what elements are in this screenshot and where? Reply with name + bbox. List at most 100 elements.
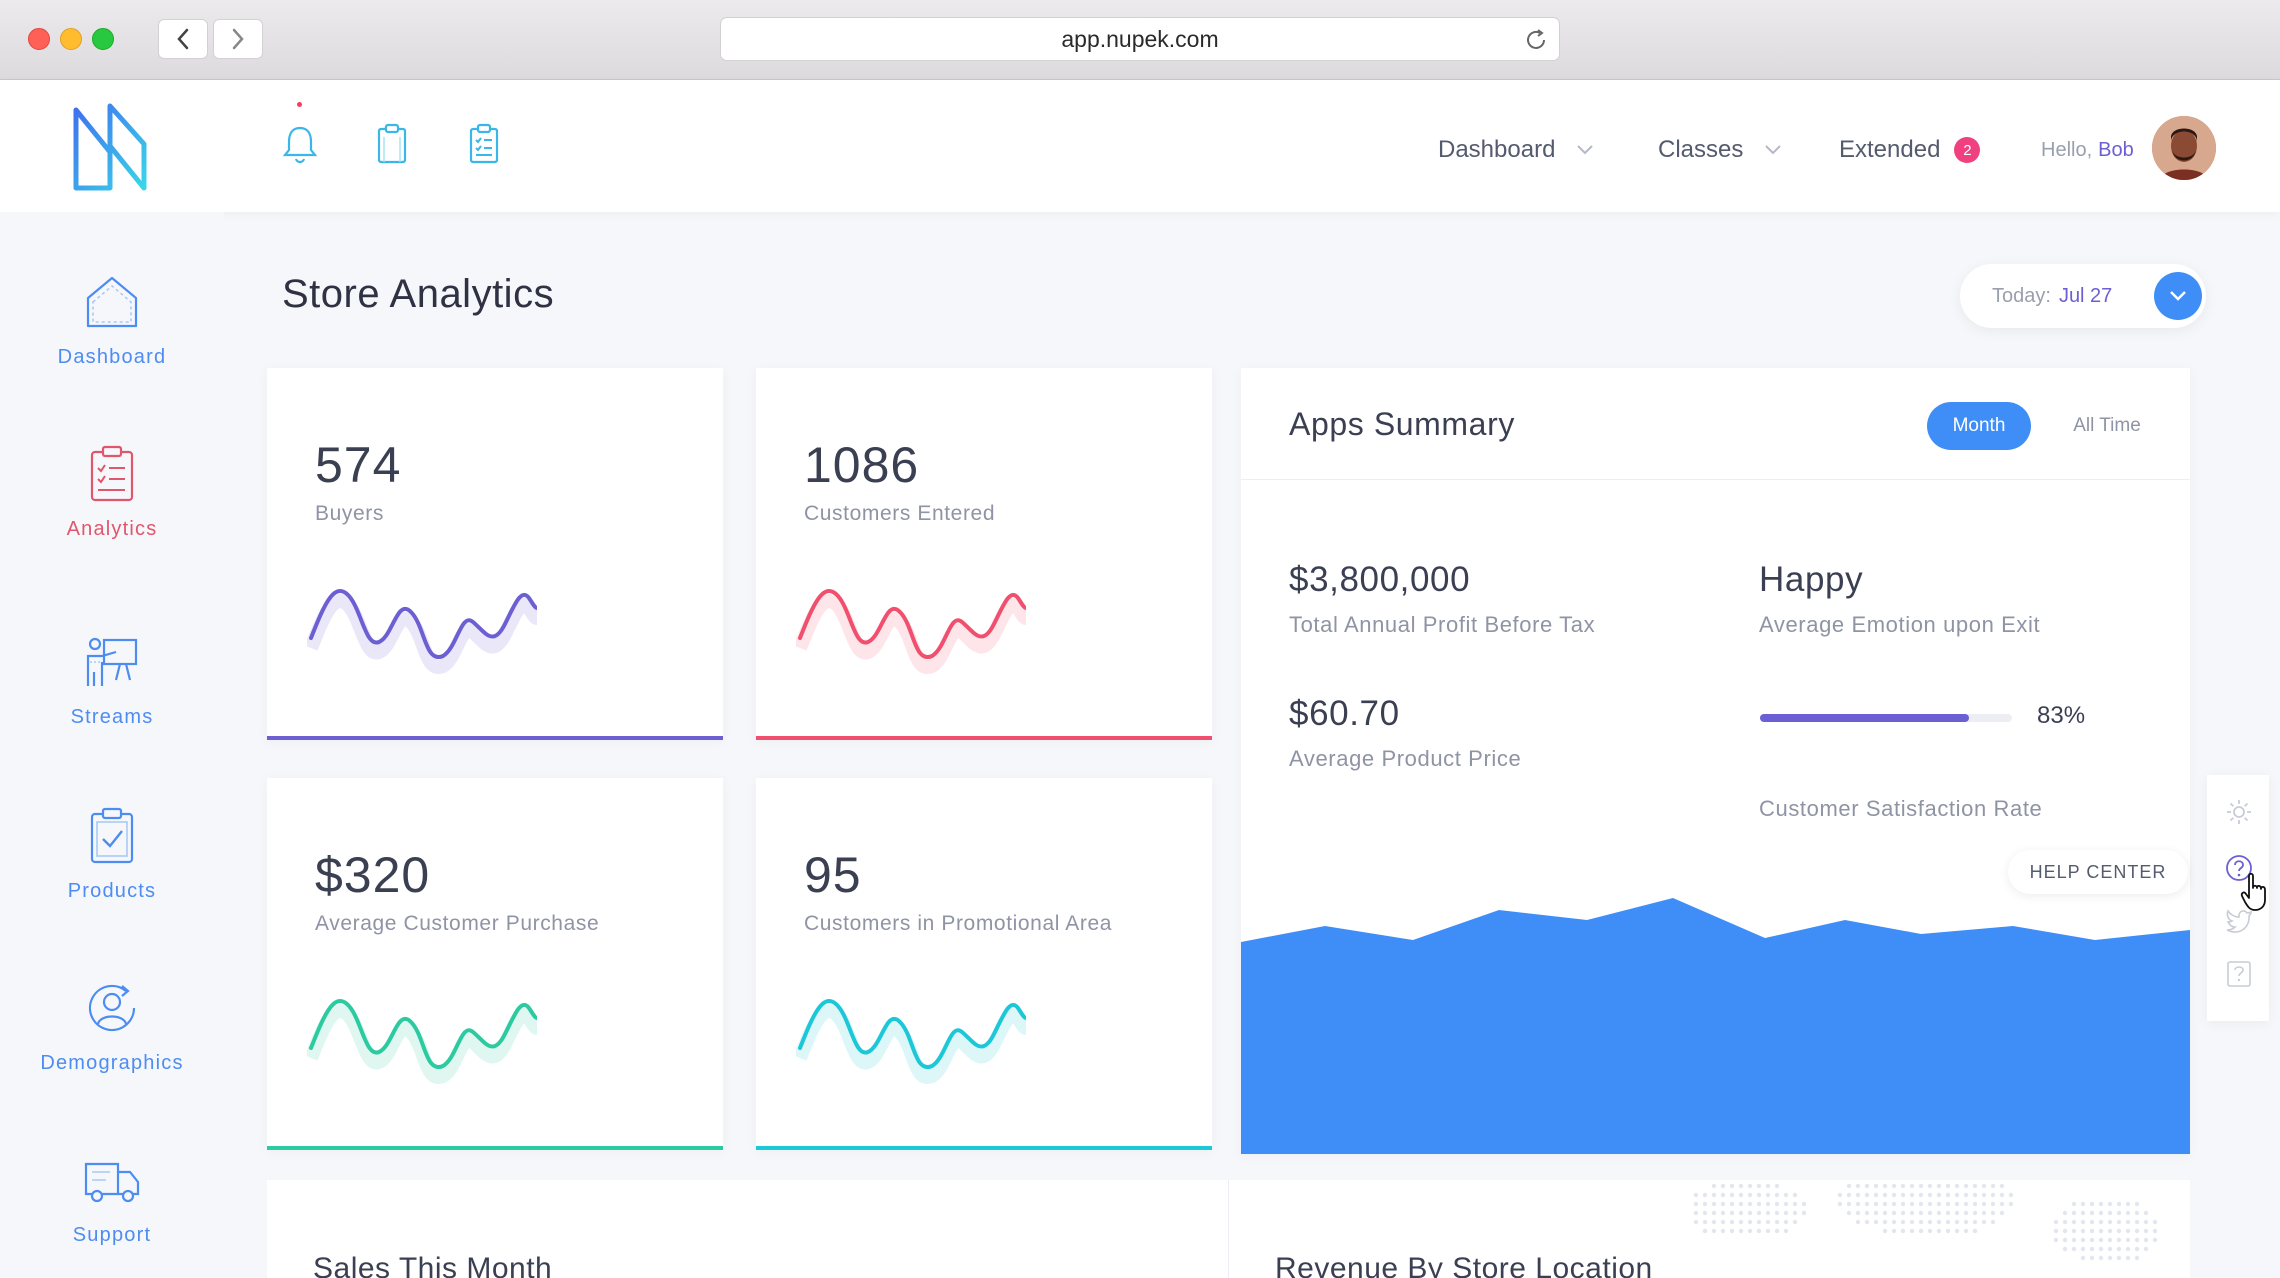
nav-extended[interactable]: Extended 2 (1839, 136, 1981, 164)
map-dot (2098, 1228, 2104, 1234)
map-dot (1855, 1219, 1861, 1225)
nav-classes[interactable]: Classes (1658, 136, 1782, 164)
map-dot (1882, 1219, 1888, 1225)
stat-card-buyers[interactable]: 574 Buyers (267, 368, 723, 740)
map-dot (1855, 1183, 1861, 1189)
user-name[interactable]: Bob (2098, 139, 2134, 161)
sidebar-item-analytics[interactable]: Analytics (0, 444, 224, 541)
map-dot (2107, 1246, 2113, 1252)
map-dot (1900, 1201, 1906, 1207)
map-dot (2053, 1228, 2059, 1234)
map-dot (2008, 1192, 2014, 1198)
map-dot (1972, 1219, 1978, 1225)
stat-caption: Average Customer Purchase (315, 912, 600, 935)
map-dot (1720, 1228, 1726, 1234)
map-dot (2098, 1201, 2104, 1207)
sidebar-item-support[interactable]: Support (0, 1150, 224, 1247)
map-dot (2143, 1246, 2149, 1252)
map-dot (1918, 1210, 1924, 1216)
reload-icon[interactable] (1523, 27, 1549, 53)
satisfaction-progress-bar (1760, 714, 2012, 722)
address-bar[interactable]: app.nupek.com (720, 17, 1560, 61)
nav-dashboard[interactable]: Dashboard (1438, 136, 1594, 164)
map-dot (1990, 1183, 1996, 1189)
map-dot (1774, 1201, 1780, 1207)
map-dot (1936, 1192, 1942, 1198)
bell-icon[interactable] (280, 122, 320, 166)
map-dot (1918, 1192, 1924, 1198)
clipboard-icon[interactable] (372, 122, 412, 166)
stat-card-customers-entered[interactable]: 1086 Customers Entered (756, 368, 1212, 740)
nav-extended-label: Extended (1839, 136, 1941, 163)
sidebar-item-dashboard[interactable]: Dashboard (0, 272, 224, 369)
map-dot (1738, 1201, 1744, 1207)
map-dot (1846, 1201, 1852, 1207)
nupek-logo[interactable] (72, 102, 148, 192)
map-dot (2098, 1255, 2104, 1261)
map-dot (1981, 1192, 1987, 1198)
metric-satisfaction: Customer Satisfaction Rate (1759, 784, 2042, 822)
gear-icon[interactable] (2224, 797, 2254, 827)
map-dot (1891, 1192, 1897, 1198)
toggle-all-time[interactable]: All Time (2055, 402, 2159, 450)
map-dot (2062, 1219, 2068, 1225)
stat-card-average-purchase[interactable]: $320 Average Customer Purchase (267, 778, 723, 1150)
date-selector[interactable]: Today: Jul 27 (1960, 264, 2206, 328)
map-dot (1909, 1183, 1915, 1189)
map-dot (1954, 1210, 1960, 1216)
map-dot (2071, 1219, 2077, 1225)
back-button[interactable] (158, 19, 208, 59)
close-window-button[interactable] (28, 28, 50, 50)
map-dot (1774, 1219, 1780, 1225)
map-dot (1720, 1219, 1726, 1225)
progress-fill (1760, 714, 1970, 722)
map-dot (2089, 1246, 2095, 1252)
map-dot (1756, 1183, 1762, 1189)
date-dropdown-button[interactable] (2154, 272, 2202, 320)
chevron-down-icon (1577, 145, 1594, 155)
map-dot (1738, 1192, 1744, 1198)
map-dot (1999, 1183, 2005, 1189)
sidebar-item-products[interactable]: Products (0, 806, 224, 903)
map-dot (1981, 1219, 1987, 1225)
apps-summary-header: Apps Summary Month All Time (1241, 368, 2190, 480)
minimize-window-button[interactable] (60, 28, 82, 50)
toggle-month[interactable]: Month (1927, 402, 2031, 450)
map-dot (1792, 1219, 1798, 1225)
map-dot (1981, 1201, 1987, 1207)
map-dot (2143, 1219, 2149, 1225)
map-dot (2062, 1246, 2068, 1252)
maximize-window-button[interactable] (92, 28, 114, 50)
map-dot (1864, 1210, 1870, 1216)
map-dot (2134, 1228, 2140, 1234)
sparkline (307, 589, 537, 674)
map-dot (2143, 1228, 2149, 1234)
map-dot (1999, 1192, 2005, 1198)
forward-button[interactable] (213, 19, 263, 59)
map-dot (2080, 1246, 2086, 1252)
metric-annual-profit: $3,800,000 Total Annual Profit Before Ta… (1289, 560, 1595, 638)
map-dot (1720, 1192, 1726, 1198)
sidebar-item-demographics[interactable]: Demographics (0, 978, 224, 1075)
map-dot (2089, 1228, 2095, 1234)
map-dot (1900, 1210, 1906, 1216)
map-dot (1945, 1201, 1951, 1207)
map-dot (1846, 1192, 1852, 1198)
stat-card-promotional-area[interactable]: 95 Customers in Promotional Area (756, 778, 1212, 1150)
map-dot (1765, 1201, 1771, 1207)
sidebar-item-streams[interactable]: Streams (0, 632, 224, 729)
stat-value: 574 (315, 437, 402, 493)
sparkline (796, 999, 1026, 1084)
map-dot (1945, 1228, 1951, 1234)
avatar[interactable] (2152, 116, 2216, 180)
map-dot (2107, 1201, 2113, 1207)
map-dot (1765, 1210, 1771, 1216)
question-box-icon[interactable] (2224, 959, 2254, 989)
map-dot (1747, 1183, 1753, 1189)
map-dot (2152, 1228, 2158, 1234)
checklist-icon[interactable] (464, 122, 504, 166)
map-dot (2125, 1237, 2131, 1243)
map-dot (1747, 1201, 1753, 1207)
map-dot (2071, 1237, 2077, 1243)
map-dot (2053, 1237, 2059, 1243)
